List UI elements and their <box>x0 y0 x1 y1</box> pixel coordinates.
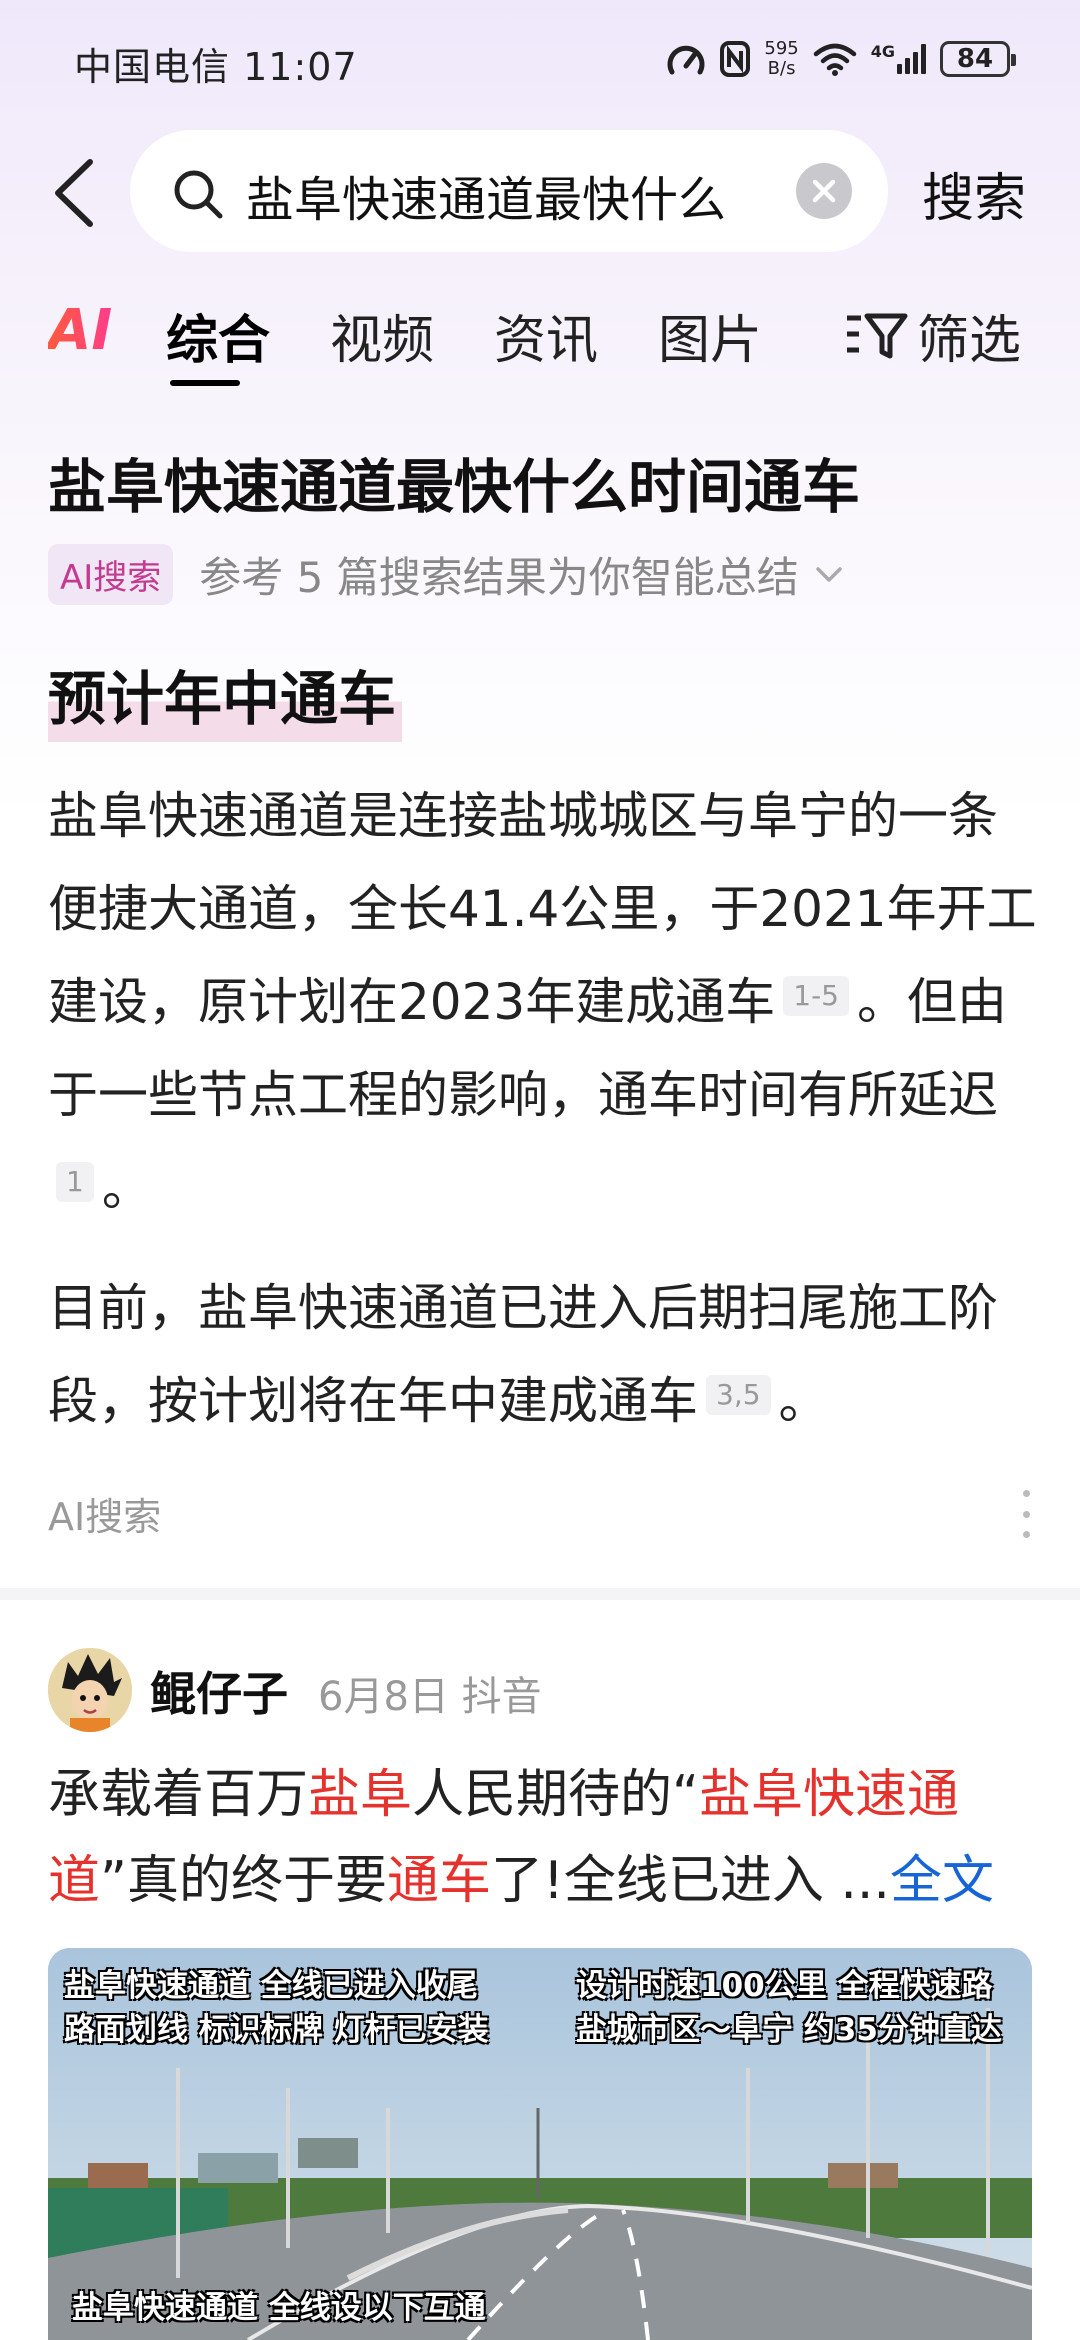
post-author[interactable]: 鲲仔子 <box>150 1658 288 1724</box>
post-meta: 6月8日 抖音 <box>318 1664 542 1722</box>
citation-badge[interactable]: 3,5 <box>706 1375 771 1415</box>
filter-label: 筛选 <box>917 311 1022 371</box>
status-bar: 中国电信 11:07 595 B/s 4G 84 <box>0 0 1080 120</box>
tab-images[interactable]: 图片 <box>658 298 762 373</box>
tab-comprehensive[interactable]: 综合 <box>166 298 270 373</box>
avatar-image <box>48 1648 132 1732</box>
filter-icon <box>847 313 908 358</box>
answer-headline: 预计年中通车 <box>48 652 403 742</box>
category-tabs: AI 综合 视频 资讯 图片 筛选 <box>0 290 1080 390</box>
answer-paragraph-1: 盐阜快速通道是连接盐城城区与阜宁的一条便捷大通道，全长41.4公里，于2021年… <box>48 770 1038 1235</box>
nfc-icon <box>720 41 751 77</box>
answer-text: 目前，盐阜快速通道已进入后期扫尾施工阶段，按计划将在年中建成通车 <box>48 1279 998 1430</box>
tab-video[interactable]: 视频 <box>330 298 434 373</box>
image-caption-bottom: 盐阜快速通道 全线设以下互通 <box>72 2290 486 2326</box>
caption-line: 盐城市区～阜宁 约35分钟直达 <box>576 2012 1002 2048</box>
chevron-down-icon <box>815 566 842 582</box>
search-icon <box>174 170 223 219</box>
more-options-icon[interactable] <box>1018 1490 1034 1538</box>
post-text-segment: 人民期待的“ <box>412 1765 699 1825</box>
answer-paragraph-2: 目前，盐阜快速通道已进入后期扫尾施工阶段，按计划将在年中建成通车 3,5。 <box>48 1262 1038 1448</box>
back-arrow-icon <box>55 159 93 227</box>
citation-badge[interactable]: 1-5 <box>783 976 849 1016</box>
expand-full-text-link[interactable]: 全文 <box>890 1851 994 1911</box>
net-speed: 595 B/s <box>764 39 798 79</box>
active-tab-indicator <box>170 380 240 386</box>
image-caption-right: 设计时速100公里 全程快速路 盐城市区～阜宁 约35分钟直达 <box>576 1964 1002 2052</box>
net-speed-value: 595 <box>764 38 799 59</box>
post-text-segment: 了!全线已进入 ... <box>490 1851 890 1911</box>
section-divider <box>0 1588 1080 1600</box>
close-icon <box>812 179 836 203</box>
post-keyword-highlight: 通车 <box>386 1851 491 1911</box>
ai-tab-logo[interactable]: AI <box>48 298 112 363</box>
post-keyword-highlight: 盐阜 <box>308 1765 413 1825</box>
answer-text: 。 <box>778 1372 829 1430</box>
back-button[interactable] <box>50 158 100 228</box>
status-icons: 595 B/s 4G 84 <box>666 34 1016 84</box>
ai-summary-row[interactable]: AI搜索 参考 5 篇搜索结果为你智能总结 <box>48 544 843 605</box>
citation-badge[interactable]: 1 <box>56 1162 94 1202</box>
carrier-name: 中国电信 <box>74 45 231 89</box>
carrier-time: 中国电信 11:07 <box>74 36 358 91</box>
reference-summary[interactable]: 参考 5 篇搜索结果为你智能总结 <box>199 544 842 605</box>
reference-text: 参考 5 篇搜索结果为你智能总结 <box>199 553 799 602</box>
search-input[interactable]: 盐阜快速通道最快什么 <box>130 130 888 252</box>
post-video-thumbnail[interactable]: 盐阜快速通道 全线已进入收尾 路面划线 标识标牌 灯杆已安装 设计时速100公里… <box>48 1948 1032 2340</box>
search-query[interactable]: 盐阜快速通道最快什么 <box>246 160 726 230</box>
ai-question-title: 盐阜快速通道最快什么时间通车 <box>48 453 861 521</box>
post-text-segment: ”真的终于要 <box>100 1851 387 1911</box>
caption-line: 设计时速100公里 全程快速路 <box>576 1968 993 2004</box>
search-button[interactable]: 搜索 <box>922 156 1026 231</box>
post-text-segment: 承载着百万 <box>48 1765 309 1825</box>
ai-search-badge: AI搜索 <box>48 544 174 605</box>
avatar[interactable] <box>48 1648 132 1732</box>
clock: 11:07 <box>243 45 358 89</box>
clear-search-button[interactable] <box>796 163 852 219</box>
signal-bars-icon <box>897 44 926 74</box>
ai-footer-label: AI搜索 <box>48 1495 162 1539</box>
cell-signal: 4G <box>871 44 926 74</box>
battery-level: 84 <box>956 44 994 74</box>
wifi-icon <box>813 43 856 76</box>
caption-line: 盐阜快速通道 全线已进入收尾 <box>64 1968 478 2004</box>
answer-text: 。 <box>101 1159 152 1217</box>
speedometer-icon <box>667 45 705 75</box>
image-caption-left: 盐阜快速通道 全线已进入收尾 路面划线 标识标牌 灯杆已安装 <box>64 1964 489 2052</box>
filter-button[interactable]: 筛选 <box>845 298 1021 373</box>
post-source: 抖音 <box>461 1674 542 1720</box>
battery-indicator: 84 <box>940 41 1016 77</box>
post-date: 6月8日 <box>318 1674 449 1720</box>
post-excerpt[interactable]: 承载着百万盐阜人民期待的“盐阜快速通道”真的终于要通车了!全线已进入 ...全文 <box>48 1752 1048 1924</box>
caption-line: 路面划线 标识标牌 灯杆已安装 <box>64 2012 489 2048</box>
tab-news[interactable]: 资讯 <box>494 298 598 373</box>
network-type: 4G <box>870 42 895 61</box>
net-speed-unit: B/s <box>767 58 796 79</box>
